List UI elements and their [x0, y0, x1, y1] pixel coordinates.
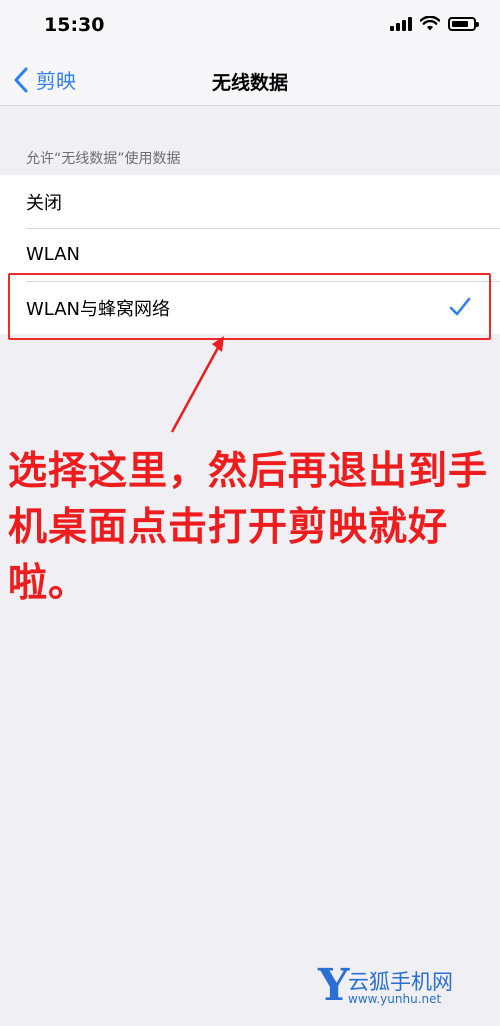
- settings-screen: 15:30 剪映 无线数据 允许“无线数据”使用数据 关闭 WLAN WLAN与…: [0, 0, 500, 1026]
- section-header: 允许“无线数据”使用数据: [26, 151, 181, 167]
- annotation-text: 选择这里，然后再退出到手机桌面点击打开剪映就好啦。: [8, 449, 489, 606]
- option-off[interactable]: 关闭: [0, 175, 500, 228]
- highlight-box: [8, 273, 491, 340]
- cellular-signal-icon: [390, 16, 412, 31]
- page-title: 无线数据: [211, 72, 288, 94]
- watermark-logo: Y: [318, 960, 350, 1011]
- battery-icon: [448, 16, 479, 31]
- option-label: 关闭: [26, 192, 62, 214]
- watermark-url: www.yunhu.net: [348, 992, 442, 1006]
- status-bar: 15:30: [0, 0, 500, 54]
- navigation-bar: 剪映 无线数据: [0, 54, 500, 106]
- status-time: 15:30: [44, 14, 105, 36]
- wifi-icon: [420, 16, 440, 31]
- arrow-annotation-icon: [170, 336, 224, 433]
- option-label: WLAN: [26, 244, 81, 265]
- watermark: Y 云狐手机网 www.yunhu.net: [318, 964, 478, 1008]
- status-icons: [390, 16, 479, 31]
